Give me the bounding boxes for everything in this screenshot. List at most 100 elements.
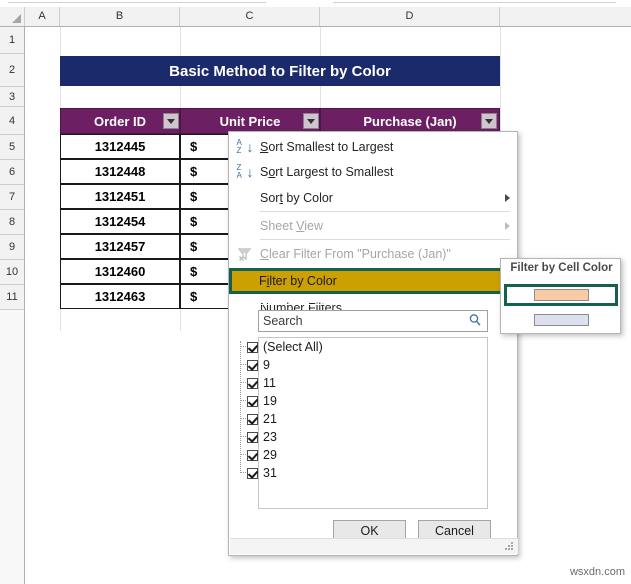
column-header-c[interactable]: C	[180, 7, 320, 26]
filter-list-item-label: 19	[263, 394, 277, 408]
row-header-7[interactable]: 7	[0, 185, 25, 210]
filter-list-item-23[interactable]: 23	[247, 428, 277, 446]
search-placeholder: Search	[263, 314, 303, 328]
column-header-a[interactable]: A	[25, 7, 60, 26]
checkbox-icon[interactable]	[247, 413, 258, 425]
tree-tick	[240, 346, 246, 348]
row-header-4[interactable]: 4	[0, 107, 25, 135]
checkbox-icon[interactable]	[247, 341, 258, 353]
tree-tick	[240, 436, 246, 438]
row-header-2[interactable]: 2	[0, 54, 25, 87]
select-all-triangle-icon	[12, 14, 21, 23]
cell-order-id-7[interactable]: 1312463	[60, 284, 180, 309]
submenu-title: Filter by Cell Color	[510, 262, 613, 274]
checkbox-icon[interactable]	[247, 431, 258, 443]
menu-item-sort-largest-to-smallest[interactable]: Z A ↓ Sort Largest to Smallest	[230, 160, 518, 184]
row-header-3[interactable]: 3	[0, 87, 25, 107]
submenu-arrow-icon	[496, 194, 518, 202]
row-header-filler	[0, 310, 25, 584]
cell-order-id-6[interactable]: 1312460	[60, 259, 180, 284]
filter-list-item-9[interactable]: 9	[247, 356, 270, 374]
tree-connector-line	[240, 341, 242, 471]
filter-list-item-label: 29	[263, 448, 277, 462]
blank-icon	[230, 186, 260, 210]
row-header-9[interactable]: 9	[0, 235, 25, 260]
checkbox-icon[interactable]	[247, 359, 258, 371]
menu-item-filter-by-color[interactable]: Filter by Color	[229, 268, 519, 294]
row-header-8[interactable]: 8	[0, 210, 25, 235]
row-header-1[interactable]: 1	[0, 27, 25, 54]
menu-separator-1	[260, 211, 510, 212]
filter-list-item-label: 23	[263, 430, 277, 444]
menu-separator-2	[260, 239, 510, 240]
search-input[interactable]: Search	[258, 310, 488, 332]
strip-seg-1	[8, 2, 266, 6]
checkbox-icon[interactable]	[247, 377, 258, 389]
checkbox-icon[interactable]	[247, 467, 258, 479]
color-swatch-icon	[533, 289, 589, 301]
filter-button-purchase-jan[interactable]	[481, 113, 497, 129]
menu-item-sort-smallest-to-largest[interactable]: A Z ↓ Sort Smallest to Largest	[230, 135, 518, 159]
filter-list-item-29[interactable]: 29	[247, 446, 277, 464]
page-title: Basic Method to Filter by Color	[60, 56, 500, 86]
filter-list-item-19[interactable]: 19	[247, 392, 277, 410]
submenu-arrow-icon	[496, 222, 518, 230]
filter-list-item-label: 11	[263, 376, 276, 390]
chevron-down-icon	[307, 118, 315, 124]
tree-tick	[240, 382, 246, 384]
tree-tick	[240, 418, 246, 420]
sort-ascending-icon: A Z ↓	[236, 138, 254, 156]
sort-descending-icon: Z A ↓	[236, 163, 254, 181]
filter-list-item-label: 31	[263, 466, 277, 480]
filter-button-unit-price[interactable]	[303, 113, 319, 129]
select-all-corner[interactable]	[0, 7, 25, 26]
spreadsheet-screenshot: A B C D 1 2 3 4 5 6 7 8 9 10 11 Basic Me…	[0, 0, 631, 584]
resize-grip-icon[interactable]	[505, 542, 514, 551]
blank-icon	[230, 214, 260, 238]
color-swatch-option-orange[interactable]	[504, 284, 618, 306]
menu-item-clear-filter: Clear Filter From "Purchase (Jan)"	[230, 242, 518, 266]
blank-icon	[230, 296, 260, 320]
tree-tick	[240, 364, 246, 366]
filter-list-item-select-all[interactable]: (Select All)	[247, 338, 323, 356]
table-header-order-id: Order ID	[60, 108, 180, 134]
cell-order-id-1[interactable]: 1312445	[60, 134, 180, 159]
chevron-down-icon	[167, 118, 175, 124]
row-header-5[interactable]: 5	[0, 135, 25, 160]
strip-seg-2	[333, 2, 616, 6]
filter-list-item-31[interactable]: 31	[247, 464, 277, 482]
filter-list-item-label: 21	[263, 412, 277, 426]
cell-order-id-2[interactable]: 1312448	[60, 159, 180, 184]
tree-tick	[240, 472, 246, 474]
watermark: wsxdn.com	[569, 566, 625, 578]
filter-list-item-11[interactable]: 11	[247, 374, 276, 392]
menu-item-sort-by-color[interactable]: Sort by Color	[230, 186, 518, 210]
filter-list-item-label: 9	[263, 358, 270, 372]
filter-by-color-submenu: Filter by Cell Color	[500, 258, 621, 334]
column-header-b[interactable]: B	[60, 7, 180, 26]
filter-value-list[interactable]	[258, 337, 488, 509]
search-icon	[463, 313, 487, 330]
color-swatch-icon	[533, 314, 589, 326]
tree-tick	[240, 400, 246, 402]
checkbox-icon[interactable]	[247, 449, 258, 461]
cell-order-id-4[interactable]: 1312454	[60, 209, 180, 234]
column-header-d[interactable]: D	[320, 7, 500, 26]
filter-list-item-label: (Select All)	[263, 340, 323, 354]
color-swatch-option-blue[interactable]	[507, 311, 615, 329]
filter-dropdown-menu: A Z ↓ Sort Smallest to Largest Z A ↓ Sort La…	[228, 131, 519, 556]
cell-order-id-3[interactable]: 1312451	[60, 184, 180, 209]
chevron-down-icon	[485, 118, 493, 124]
column-header-e[interactable]	[500, 7, 631, 26]
blank-icon	[232, 269, 259, 293]
checkbox-icon[interactable]	[247, 395, 258, 407]
row-header-6[interactable]: 6	[0, 160, 25, 185]
clear-filter-icon	[230, 242, 260, 266]
menu-separator-3	[230, 304, 518, 305]
row-header-10[interactable]: 10	[0, 260, 25, 285]
filter-button-order-id[interactable]	[163, 113, 179, 129]
cell-order-id-5[interactable]: 1312457	[60, 234, 180, 259]
column-header-row: A B C D	[0, 7, 631, 27]
row-header-11[interactable]: 11	[0, 285, 25, 310]
filter-list-item-21[interactable]: 21	[247, 410, 277, 428]
